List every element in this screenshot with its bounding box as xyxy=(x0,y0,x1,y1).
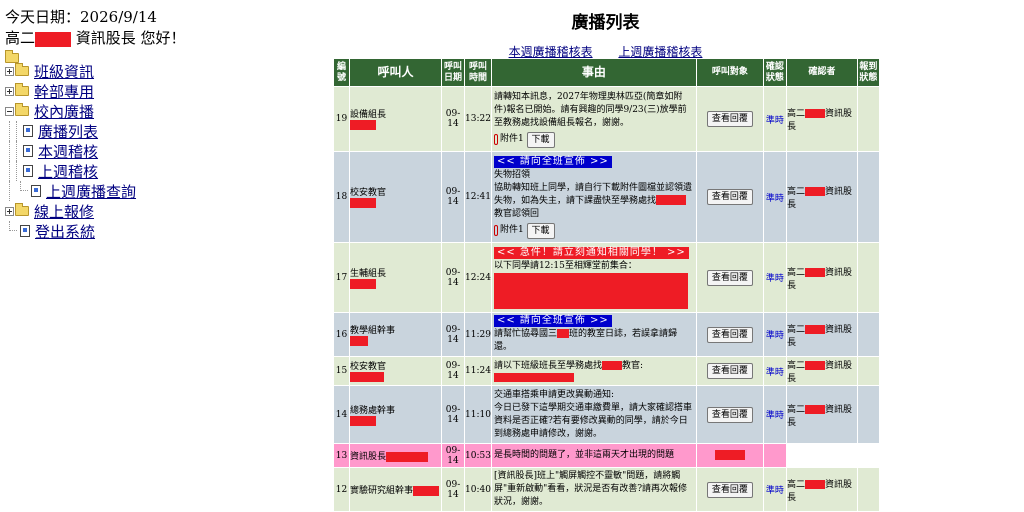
view-reply-button[interactable]: 查看回覆 xyxy=(706,269,753,286)
left-nav-pane: 今天日期：2026/9/14 高二 資訊股長 您好！ 班級資訊 幹部專用 校內廣… xyxy=(0,0,330,490)
table-row: 14 總務處幹事 09-14 11:10 交通車搭乘申請更改異動通知: 今日已發… xyxy=(333,385,880,444)
nav-item-logout[interactable]: 登出系統 xyxy=(5,221,325,241)
header-date: 呼叫日期 xyxy=(441,58,465,87)
redacted-target xyxy=(714,450,745,461)
table-row: 15 校安教官 09-14 11:24 請以下班級班長至學務處找 教官: 查看回覆… xyxy=(333,356,880,386)
paperclip-icon xyxy=(493,134,498,145)
nav-item-online-repair[interactable]: 線上報修 xyxy=(5,201,325,221)
folder-icon xyxy=(15,203,29,216)
collapse-icon[interactable] xyxy=(5,106,14,116)
announce-banner: << 請向全班宣佈 >> xyxy=(493,315,612,327)
view-reply-button[interactable]: 查看回覆 xyxy=(706,111,753,127)
document-icon xyxy=(20,225,30,237)
table-row: 13 資訊股長 09-14 10:53 是長時間的問題了，並非這兩天才出現的問題 xyxy=(333,443,880,468)
header-confirmer: 確認者 xyxy=(785,58,858,87)
redacted-name xyxy=(350,278,376,289)
folder-icon xyxy=(15,83,29,96)
view-reply-button[interactable]: 查看回覆 xyxy=(706,406,753,423)
header-report: 報到狀態 xyxy=(856,58,880,87)
nav-tree: 班級資訊 幹部專用 校內廣播 廣播列表 本週稽核 上週稽核 上週廣播查詢 線上報… xyxy=(5,61,325,241)
document-icon xyxy=(23,165,33,177)
table-row: 16 教學組幹事 09-14 11:29 << 請向全班宣佈 >> 請幫忙協尋國… xyxy=(333,312,880,357)
table-header-row: 編號 呼叫人 呼叫日期 呼叫時間 事由 呼叫對象 確認狀態 確認者 報到狀態 xyxy=(333,58,880,87)
redacted-name xyxy=(350,198,376,209)
document-icon xyxy=(23,145,33,157)
header-subject: 事由 xyxy=(490,58,697,87)
header-target: 呼叫對象 xyxy=(695,58,764,87)
broadcast-table: 編號 呼叫人 呼叫日期 呼叫時間 事由 呼叫對象 確認狀態 確認者 報到狀態 1… xyxy=(333,58,880,512)
redacted-name xyxy=(350,372,384,383)
expand-icon[interactable] xyxy=(5,66,14,76)
nav-item-class-info[interactable]: 班級資訊 xyxy=(5,61,325,81)
link-last-week-audit[interactable]: 上週廣播稽核表 xyxy=(618,45,702,59)
redacted-name xyxy=(350,415,376,426)
redacted-name xyxy=(350,120,376,131)
folder-icon xyxy=(15,63,29,76)
page-title: 廣播列表 xyxy=(571,13,640,33)
table-row: 18 校安教官 09-14 12:41 << 請向全班宣佈 >> 失物招領 協助… xyxy=(333,151,880,243)
expand-icon[interactable] xyxy=(5,86,14,96)
header-confirm: 確認狀態 xyxy=(762,58,787,87)
redacted-class-list xyxy=(493,373,574,382)
header-time: 呼叫時間 xyxy=(464,58,492,87)
nav-item-cadre-only[interactable]: 幹部專用 xyxy=(5,81,325,101)
view-reply-button[interactable]: 查看回覆 xyxy=(706,326,753,343)
nav-item-campus-broadcast[interactable]: 校內廣播 xyxy=(5,101,325,121)
redacted-name xyxy=(350,335,368,346)
nav-item-last-week-check[interactable]: 上週稽核 xyxy=(5,161,325,181)
table-row: 19 設備組長 09-14 13:22 請轉知本訊息，2027年物理奧林匹亞(簡… xyxy=(333,86,880,152)
expand-icon[interactable] xyxy=(5,206,14,216)
view-reply-button[interactable]: 查看回覆 xyxy=(706,189,753,205)
urgent-banner: << 急件！請立刻通知相關同學！ >> xyxy=(493,246,689,259)
nav-item-broadcast-list[interactable]: 廣播列表 xyxy=(5,121,325,141)
redacted-name xyxy=(35,31,72,47)
redacted-name xyxy=(413,485,440,496)
folder-open-icon xyxy=(15,103,29,116)
announce-banner: << 請向全班宣佈 >> xyxy=(493,155,612,168)
header-caller: 呼叫人 xyxy=(349,58,442,87)
document-icon xyxy=(23,125,33,137)
table-row: 17 生輔組長 09-14 12:24 << 急件！請立刻通知相關同學！ >> … xyxy=(333,242,880,313)
user-greeting: 高二 資訊股長 您好！ xyxy=(5,29,186,47)
document-icon xyxy=(31,185,41,197)
paperclip-icon xyxy=(493,225,498,236)
today-date: 今天日期：2026/9/14 xyxy=(5,8,157,26)
link-this-week-audit[interactable]: 本週廣播稽核表 xyxy=(509,45,593,59)
download-button[interactable]: 下載 xyxy=(526,222,555,239)
download-button[interactable]: 下載 xyxy=(526,131,555,148)
nav-item-this-week-check[interactable]: 本週稽核 xyxy=(5,141,325,161)
redacted-student-list xyxy=(493,272,688,309)
view-reply-button[interactable]: 查看回覆 xyxy=(706,363,753,379)
header-no: 編號 xyxy=(333,58,350,87)
redacted-name xyxy=(386,451,429,462)
nav-item-last-week-query[interactable]: 上週廣播查詢 xyxy=(5,181,325,201)
